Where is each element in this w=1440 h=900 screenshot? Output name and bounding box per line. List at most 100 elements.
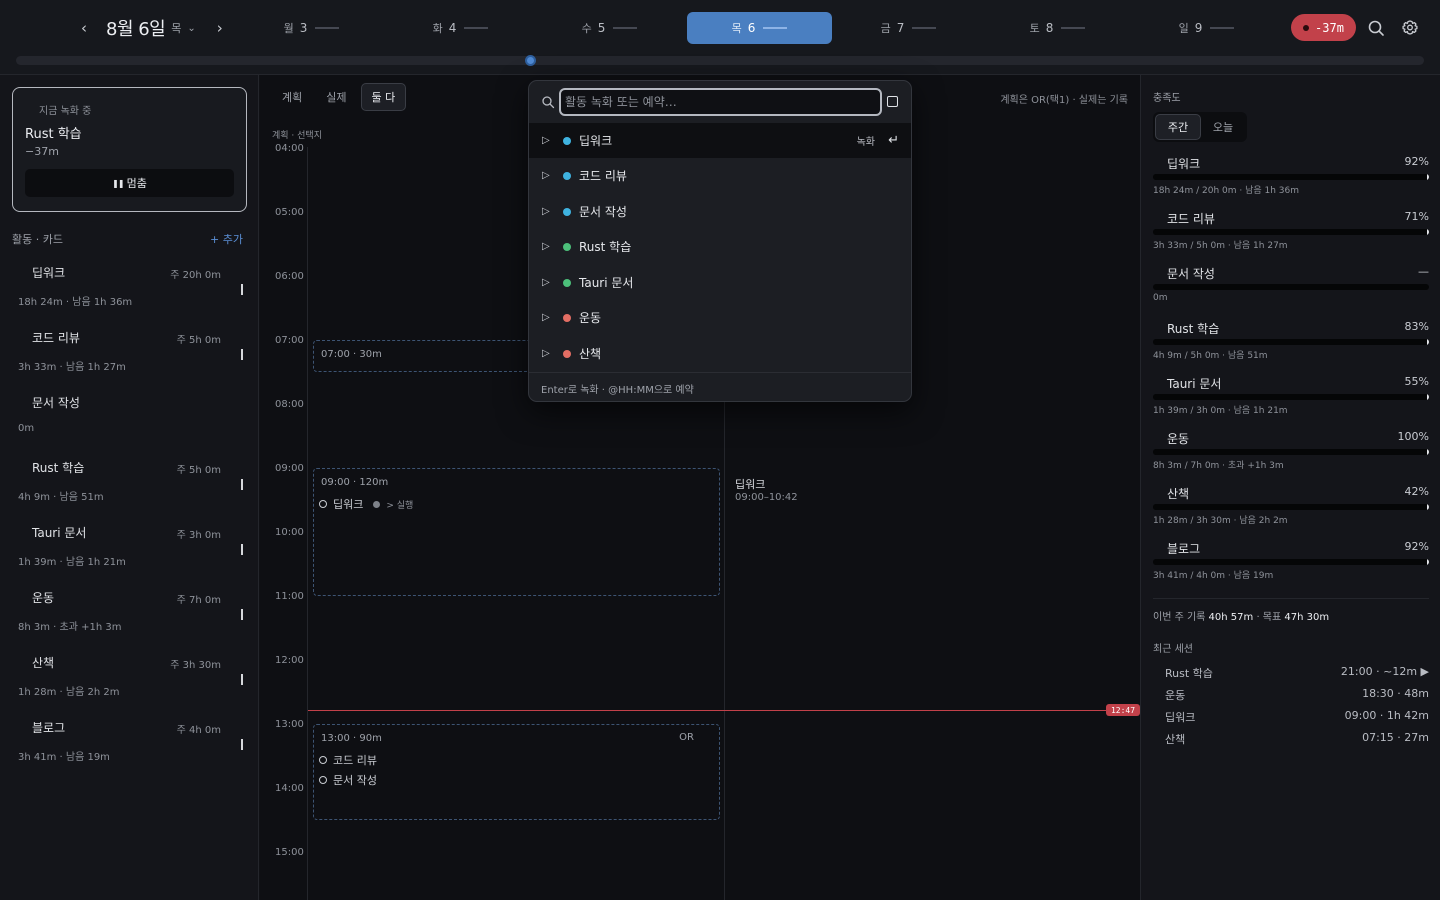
- mode-both[interactable]: 둘 다: [360, 83, 407, 111]
- palette-item[interactable]: ▷ 코드 리뷰: [529, 158, 911, 193]
- day-timeline-scrubber[interactable]: [16, 56, 1424, 65]
- search-icon[interactable]: [1366, 18, 1386, 38]
- activity-drag-handle[interactable]: [241, 674, 243, 685]
- activity-card[interactable]: Tauri 문서 주 3h 0m 1h 39m · 남음 1h 21m: [0, 524, 259, 589]
- activity-card[interactable]: Rust 학습 주 5h 0m 4h 9m · 남음 51m: [0, 459, 259, 524]
- activity-goal: 주 7h 0m: [176, 595, 221, 606]
- fulfillment-item[interactable]: 산책 42% 1h 28m / 3h 30m · 남음 2h 2m: [1153, 485, 1429, 540]
- day-tab-fri[interactable]: 금 7: [836, 12, 981, 44]
- palette-item[interactable]: ▷ Rust 학습: [529, 229, 911, 264]
- activity-card[interactable]: 딥워크 주 20h 0m 18h 24m · 남음 1h 36m: [0, 264, 259, 329]
- fulfillment-progress-fill: [1153, 339, 1383, 345]
- activity-drag-handle[interactable]: [241, 544, 243, 555]
- day-tab-thu[interactable]: 목 6: [687, 12, 832, 44]
- fulfillment-item[interactable]: Rust 학습 83% 4h 9m / 5h 0m · 남음 51m: [1153, 320, 1429, 375]
- fulfillment-item[interactable]: 문서 작성 — 0m: [1153, 265, 1429, 320]
- palette-item[interactable]: ▷ 산책: [529, 336, 911, 371]
- activity-name: Tauri 문서: [32, 526, 87, 540]
- fulfillment-item[interactable]: 운동 100% 8h 3m / 7h 0m · 초과 +1h 3m: [1153, 430, 1429, 485]
- recent-session-row[interactable]: 딥워크 09:00 · 1h 42m: [1165, 709, 1429, 725]
- fulfillment-progress: [1153, 174, 1429, 180]
- recent-session-row[interactable]: 운동 18:30 · 48m: [1165, 687, 1429, 703]
- fulfillment-item[interactable]: 블로그 92% 3h 41m / 4h 0m · 남음 19m: [1153, 540, 1429, 595]
- pause-button[interactable]: ❚❚ 멈춤: [25, 169, 234, 197]
- fulfillment-progress-fill: [1153, 449, 1429, 455]
- activity-card[interactable]: 블로그 주 4h 0m 3h 41m · 남음 19m: [0, 719, 259, 784]
- day-tab-mon[interactable]: 월 3: [239, 12, 384, 44]
- tab-weekly[interactable]: 주간: [1155, 114, 1201, 140]
- fulfillment-item[interactable]: Tauri 문서 55% 1h 39m / 3h 0m · 남음 1h 21m: [1153, 375, 1429, 430]
- fulfillment-item[interactable]: 딥워크 92% 18h 24m / 20h 0m · 남음 1h 36m: [1153, 155, 1429, 210]
- overtime-badge[interactable]: -37m: [1291, 14, 1356, 41]
- plan-block[interactable]: 09:00 · 120m 딥워크 > 실행: [313, 468, 720, 596]
- recent-session-meta: 18:30 · 48m: [1362, 687, 1429, 700]
- activity-drag-handle[interactable]: [241, 739, 243, 750]
- day-tab-dow: 월: [283, 22, 294, 35]
- day-tab-sat[interactable]: 토 8: [985, 12, 1130, 44]
- run-link[interactable]: > 실행: [386, 498, 413, 511]
- day-tab-wed[interactable]: 수 5: [537, 12, 682, 44]
- recent-session-row[interactable]: Rust 학습 21:00 · ~12m ▶: [1165, 665, 1429, 681]
- palette-item[interactable]: ▷ Tauri 문서: [529, 265, 911, 300]
- palette-item[interactable]: ▷ 운동: [529, 300, 911, 335]
- command-palette: ▷ 딥워크 녹화 ↵ ▷ 코드 리뷰 ▷ 문서 작성 ▷ Rust 학습 ▷ T…: [528, 80, 912, 402]
- activity-drag-handle[interactable]: [241, 479, 243, 490]
- day-tab-bar: [613, 27, 638, 29]
- fulfillment-progress-fill: [1153, 229, 1349, 235]
- tab-today[interactable]: 오늘: [1201, 114, 1245, 140]
- palette-footer-hint: Enter로 녹화 · @HH:MM으로 예약: [541, 385, 694, 396]
- plan-block[interactable]: 07:00 · 30m: [313, 340, 533, 372]
- palette-item-name: Rust 학습: [579, 240, 632, 254]
- now-indicator: [308, 710, 1140, 711]
- fulfillment-title: 충족도: [1153, 93, 1181, 104]
- fulfillment-progress-end: [1427, 229, 1429, 235]
- next-day-button[interactable]: ›: [208, 14, 232, 42]
- fulfillment-percent: 92%: [1404, 155, 1429, 168]
- actual-session-name[interactable]: 딥워크: [735, 476, 765, 492]
- activity-card[interactable]: 코드 리뷰 주 5h 0m 3h 33m · 남음 1h 27m: [0, 329, 259, 394]
- plan-option-name: 문서 작성: [333, 774, 377, 787]
- mode-actual[interactable]: 실제: [316, 83, 356, 111]
- activity-goal: 주 4h 0m: [176, 725, 221, 736]
- plan-option[interactable]: 딥워크 > 실행: [319, 496, 413, 512]
- prev-day-button[interactable]: ‹: [72, 14, 96, 42]
- plan-option[interactable]: 코드 리뷰: [319, 752, 377, 768]
- gear-icon[interactable]: [1400, 18, 1420, 38]
- fulfillment-item[interactable]: 코드 리뷰 71% 3h 33m / 5h 0m · 남음 1h 27m: [1153, 210, 1429, 265]
- palette-search-input[interactable]: [559, 88, 882, 116]
- fulfillment-percent: 55%: [1404, 375, 1429, 388]
- recording-title: Rust 학습: [25, 127, 82, 142]
- week-label: 이번 주 기록: [1153, 612, 1206, 623]
- activity-goal: 주 20h 0m: [170, 270, 221, 281]
- activity-card[interactable]: 산책 주 3h 30m 1h 28m · 남음 2h 2m: [0, 654, 259, 719]
- activity-card[interactable]: 운동 주 7h 0m 8h 3m · 초과 +1h 3m: [0, 589, 259, 654]
- activity-drag-handle[interactable]: [241, 284, 243, 295]
- day-tab-dow: 금: [880, 22, 891, 35]
- fulfillment-progress: [1153, 229, 1429, 235]
- plan-option[interactable]: 문서 작성: [319, 772, 377, 788]
- add-activity-button[interactable]: + 추가: [210, 231, 243, 247]
- palette-item[interactable]: ▷ 문서 작성: [529, 194, 911, 229]
- activity-drag-handle[interactable]: [241, 349, 243, 360]
- palette-item[interactable]: ▷ 딥워크 녹화 ↵: [529, 123, 911, 158]
- chevron-down-icon[interactable]: ⌄: [187, 23, 195, 34]
- recent-session-row[interactable]: 산책 07:15 · 27m: [1165, 731, 1429, 747]
- fulfillment-progress: [1153, 449, 1429, 455]
- activity-card[interactable]: 문서 작성 0m: [0, 394, 259, 459]
- pause-label: 멈춤: [126, 177, 147, 190]
- fulfillment-stat: 0m: [1153, 293, 1168, 303]
- pause-icon: ❚❚: [112, 178, 124, 188]
- mode-plan[interactable]: 계획: [272, 83, 312, 111]
- activity-goal: 주 3h 30m: [170, 660, 221, 671]
- day-tab-sun[interactable]: 일 9: [1134, 12, 1279, 44]
- timeline-handle[interactable]: [525, 55, 536, 66]
- date-title[interactable]: 8월 6일: [106, 15, 166, 41]
- activity-drag-handle[interactable]: [241, 609, 243, 620]
- plan-block-or[interactable]: 13:00 · 90m OR 코드 리뷰 문서 작성: [313, 724, 720, 820]
- recent-session-name: 운동: [1165, 689, 1186, 702]
- hour-label: 06:00: [275, 271, 304, 282]
- recent-session-meta: 07:15 · 27m: [1362, 731, 1429, 744]
- day-tab-tue[interactable]: 화 4: [388, 12, 533, 44]
- fulfillment-progress-end: [1427, 174, 1429, 180]
- stop-square-icon[interactable]: [887, 96, 898, 107]
